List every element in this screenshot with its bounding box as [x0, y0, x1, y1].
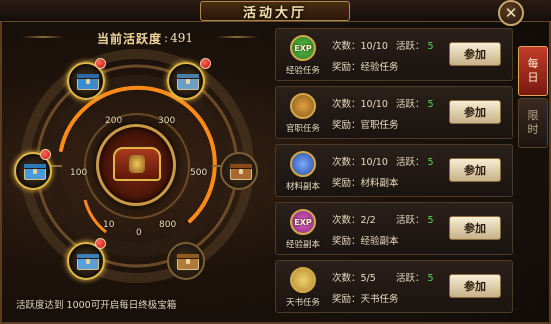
notification-dot: [95, 238, 106, 249]
official-seal-icon: [290, 93, 316, 119]
task-icon-wrap: EXP 经验副本: [280, 207, 324, 253]
task-count: 次数：10/10: [332, 99, 388, 110]
exp-crystal-icon: EXP: [290, 209, 316, 235]
task-reward: 奖励：经验任务: [332, 62, 399, 73]
tab-limited-char-1: 限: [527, 109, 539, 122]
task-activity: 活跃： 5: [396, 157, 434, 168]
exp-scroll-icon: EXP: [290, 35, 316, 61]
tick-100: 100: [70, 168, 88, 178]
join-button[interactable]: 参加: [449, 100, 501, 124]
task-row: 天书任务 次数：5/5 活跃： 5 奖励：天书任务 参加: [275, 260, 513, 313]
task-row: EXP 经验副本 次数：2/2 活跃： 5 奖励：经验副本 参加: [275, 202, 513, 255]
task-row: EXP 经验任务 次数：10/10 活跃： 5 奖励：经验任务 参加: [275, 28, 513, 81]
task-icon-wrap: 官职任务: [280, 91, 324, 137]
task-row: 官职任务 次数：10/10 活跃： 5 奖励：官职任务 参加: [275, 86, 513, 139]
task-name: 天书任务: [285, 298, 320, 308]
tick-500: 500: [190, 168, 208, 178]
task-name: 官职任务: [285, 124, 320, 134]
reward-chest-500[interactable]: [220, 152, 258, 190]
notification-dot: [40, 149, 51, 160]
join-button[interactable]: 参加: [449, 216, 501, 240]
reward-chest-300[interactable]: [167, 62, 205, 100]
join-button[interactable]: 参加: [449, 158, 501, 182]
task-reward: 奖励：经验副本: [332, 236, 399, 247]
task-reward: 奖励：天书任务: [332, 294, 399, 305]
task-count: 次数：10/10: [332, 41, 388, 52]
task-name: 材料副本: [285, 182, 320, 192]
tab-daily-char-2: 日: [527, 71, 539, 84]
task-name: 经验副本: [285, 240, 320, 250]
heaven-book-icon: [290, 267, 316, 293]
task-name: 经验任务: [285, 66, 320, 76]
tab-daily[interactable]: 每 日: [518, 46, 548, 96]
tab-limited[interactable]: 限 时: [518, 98, 548, 148]
task-icon-wrap: 天书任务: [280, 265, 324, 311]
task-activity: 活跃： 5: [396, 273, 434, 284]
task-count: 次数：10/10: [332, 157, 388, 168]
task-reward: 奖励：官职任务: [332, 120, 399, 131]
ultimate-chest[interactable]: [96, 124, 176, 206]
task-icon-wrap: EXP 经验任务: [280, 33, 324, 79]
task-activity: 活跃： 5: [396, 215, 434, 226]
tick-300: 300: [158, 116, 176, 126]
tick-800: 800: [159, 220, 177, 230]
tab-limited-char-2: 时: [527, 123, 539, 136]
task-activity: 活跃： 5: [396, 41, 434, 52]
task-row: 材料副本 次数：10/10 活跃： 5 奖励：材料副本 参加: [275, 144, 513, 197]
join-button[interactable]: 参加: [449, 274, 501, 298]
task-count: 次数：2/2: [332, 215, 376, 226]
reward-chest-800[interactable]: [167, 242, 205, 280]
tab-daily-char-1: 每: [527, 57, 539, 70]
chest-lock-icon: [129, 155, 145, 173]
join-button[interactable]: 参加: [449, 42, 501, 66]
tick-10: 10: [103, 220, 115, 230]
ultimate-chest-hint: 活跃度达到 1000可开启每日终极宝箱: [16, 300, 177, 311]
material-orb-icon: [290, 151, 316, 177]
tick-200: 200: [105, 116, 123, 126]
task-reward: 奖励：材料副本: [332, 178, 399, 189]
notification-dot: [200, 58, 211, 69]
task-icon-wrap: 材料副本: [280, 149, 324, 195]
task-count: 次数：5/5: [332, 273, 376, 284]
task-activity: 活跃： 5: [396, 99, 434, 110]
notification-dot: [95, 58, 106, 69]
tick-0: 0: [136, 228, 142, 238]
